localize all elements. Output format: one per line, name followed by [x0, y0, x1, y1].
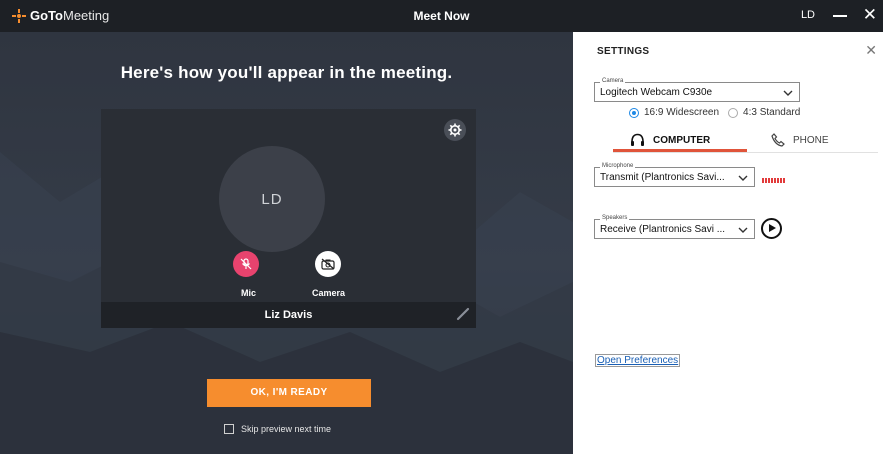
checkbox-box[interactable]	[224, 424, 234, 434]
camera-toggle-button[interactable]	[315, 251, 341, 277]
settings-panel: SETTINGS ✕ Camera Logitech Webcam C930e …	[573, 32, 883, 454]
tab-computer-label: COMPUTER	[653, 134, 711, 146]
mic-label: Mic	[241, 288, 257, 298]
audio-tabs: COMPUTER PHONE	[613, 128, 873, 152]
speakers-value: Receive (Plantronics Savi ...	[600, 224, 726, 235]
play-icon[interactable]	[761, 218, 782, 239]
camera-select[interactable]: Camera Logitech Webcam C930e	[594, 78, 800, 102]
name-bar: Liz Davis	[101, 302, 476, 328]
preview-heading: Here's how you'll appear in the meeting.	[120, 63, 453, 82]
aspect-ratio-options: 16:9 Widescreen 4:3 Standard	[629, 107, 809, 118]
video-preview-tile: LD Mic Camera Liz Davis	[101, 109, 476, 328]
camera-legend: Camera	[600, 78, 626, 85]
chevron-down-icon	[738, 227, 748, 233]
speakers-select[interactable]: Speakers Receive (Plantronics Savi ...	[594, 215, 755, 239]
tab-phone-label: PHONE	[793, 134, 829, 146]
skip-preview-label: Skip preview next time	[241, 424, 332, 434]
settings-title: SETTINGS	[597, 46, 650, 57]
minimize-button[interactable]	[829, 7, 851, 23]
camera-label: Camera	[312, 288, 346, 298]
close-settings-button[interactable]: ✕	[865, 42, 877, 59]
headset-icon	[631, 133, 644, 146]
camera-off-icon	[321, 258, 335, 270]
avatar: LD	[219, 146, 325, 252]
radio-standard-label: 4:3 Standard	[743, 107, 801, 118]
microphone-legend: Microphone	[600, 163, 636, 170]
camera-value: Logitech Webcam C930e	[600, 87, 713, 98]
ready-button[interactable]: OK, I'M READY	[207, 379, 371, 407]
pencil-icon[interactable]	[456, 307, 470, 321]
tab-phone[interactable]: PHONE	[771, 128, 829, 152]
user-name: Liz Davis	[264, 309, 313, 321]
video-settings-button[interactable]	[444, 119, 466, 141]
preview-area: Here's how you'll appear in the meeting.…	[0, 32, 573, 454]
chevron-down-icon	[738, 175, 748, 181]
close-window-button[interactable]: ✕	[863, 5, 877, 25]
title-bar: GoTo Meeting Meet Now LD ✕	[0, 0, 883, 32]
window-title: Meet Now	[413, 9, 470, 23]
mic-level-meter	[762, 178, 786, 183]
tabs-divider	[613, 152, 878, 153]
app-window: GoTo Meeting Meet Now LD ✕ Here's how you…	[0, 0, 883, 454]
mic-muted-icon	[240, 258, 252, 270]
radio-widescreen-label: 16:9 Widescreen	[644, 107, 720, 118]
user-initials[interactable]: LD	[801, 9, 815, 21]
open-preferences-link[interactable]: Open Preferences	[595, 354, 681, 367]
speakers-legend: Speakers	[600, 215, 630, 222]
chevron-down-icon	[783, 90, 793, 96]
phone-icon	[771, 133, 785, 147]
microphone-select[interactable]: Microphone Transmit (Plantronics Savi...	[594, 163, 755, 187]
mic-toggle-button[interactable]	[233, 251, 259, 277]
radio-standard[interactable]	[728, 107, 739, 118]
radio-widescreen[interactable]	[629, 107, 639, 118]
microphone-value: Transmit (Plantronics Savi...	[600, 172, 725, 183]
gear-icon	[448, 123, 462, 137]
skip-preview-checkbox[interactable]: Skip preview next time	[224, 424, 331, 434]
